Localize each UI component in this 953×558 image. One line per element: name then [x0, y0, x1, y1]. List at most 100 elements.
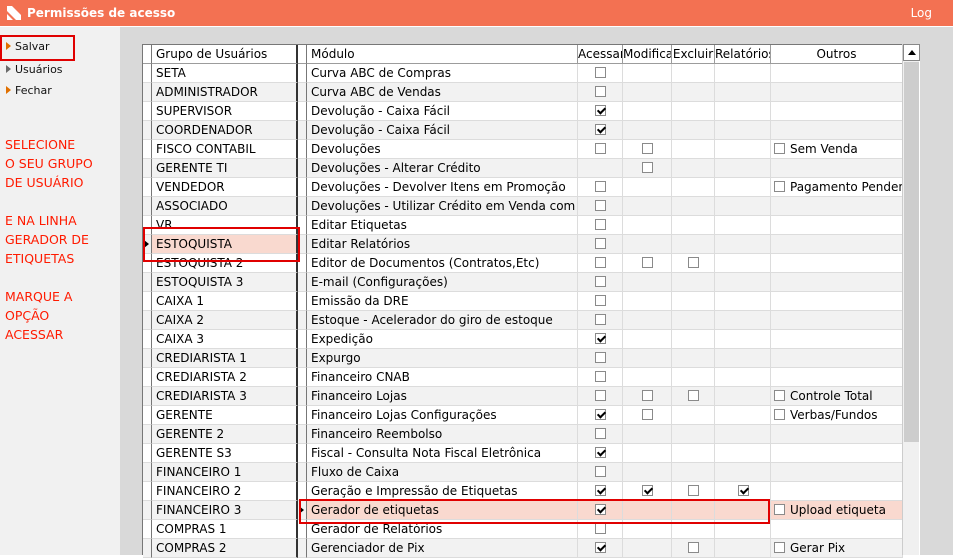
access-checkbox[interactable]: [595, 143, 606, 154]
group-cell[interactable]: FINANCEIRO 1: [152, 463, 298, 482]
group-cell[interactable]: CREDIARISTA 1: [152, 349, 298, 368]
access-checkbox[interactable]: [595, 105, 606, 116]
modify-checkbox[interactable]: [642, 143, 653, 154]
group-cell[interactable]: GERENTE TI: [152, 159, 298, 178]
group-cell[interactable]: GERENTE 2: [152, 425, 298, 444]
module-cell[interactable]: Financeiro Reembolso: [307, 425, 578, 444]
other-checkbox[interactable]: [774, 409, 785, 420]
other-option[interactable]: Gerar Pix: [774, 539, 845, 557]
other-checkbox[interactable]: [774, 143, 785, 154]
group-cell[interactable]: VENDEDOR: [152, 178, 298, 197]
access-checkbox[interactable]: [595, 86, 606, 97]
table-row[interactable]: GERENTE S3 Fiscal - Consulta Nota Fiscal …: [143, 444, 903, 463]
header-others[interactable]: Outros: [771, 45, 903, 64]
access-checkbox[interactable]: [595, 181, 606, 192]
group-cell[interactable]: GERENTE S3: [152, 444, 298, 463]
group-cell[interactable]: GERENTE: [152, 406, 298, 425]
module-cell[interactable]: Fluxo de Caixa: [307, 463, 578, 482]
access-checkbox[interactable]: [595, 409, 606, 420]
header-delete[interactable]: Excluir: [672, 45, 715, 64]
modify-checkbox[interactable]: [642, 390, 653, 401]
access-checkbox[interactable]: [595, 333, 606, 344]
other-option[interactable]: Upload etiqueta: [774, 501, 886, 519]
sidebar-item-usuarios[interactable]: Usuários: [6, 62, 63, 78]
table-row[interactable]: FINANCEIRO 1 Fluxo de Caixa: [143, 463, 903, 482]
table-row[interactable]: ASSOCIADO Devoluções - Utilizar Crédito e…: [143, 197, 903, 216]
module-cell[interactable]: E-mail (Configurações): [307, 273, 578, 292]
module-cell[interactable]: Devoluções: [307, 140, 578, 159]
other-option[interactable]: Pagamento Pendente: [774, 178, 902, 196]
table-row[interactable]: ESTOQUISTA 3 E-mail (Configurações): [143, 273, 903, 292]
access-checkbox[interactable]: [595, 485, 606, 496]
log-link[interactable]: Log: [911, 6, 932, 20]
other-option[interactable]: Sem Venda: [774, 140, 858, 158]
access-checkbox[interactable]: [595, 295, 606, 306]
group-cell[interactable]: CREDIARISTA 3: [152, 387, 298, 406]
table-row[interactable]: CAIXA 3 Expedição: [143, 330, 903, 349]
delete-checkbox[interactable]: [688, 390, 699, 401]
module-cell[interactable]: Devoluções - Utilizar Crédito em Venda c…: [307, 197, 578, 216]
group-cell[interactable]: CAIXA 1: [152, 292, 298, 311]
module-cell[interactable]: Devolução - Caixa Fácil: [307, 102, 578, 121]
module-cell[interactable]: Editor de Documentos (Contratos,Etc): [307, 254, 578, 273]
group-cell[interactable]: SUPERVISOR: [152, 102, 298, 121]
group-cell[interactable]: COMPRAS 1: [152, 520, 298, 539]
module-cell[interactable]: Curva ABC de Compras: [307, 64, 578, 83]
access-checkbox[interactable]: [595, 371, 606, 382]
vertical-scrollbar[interactable]: [902, 44, 920, 555]
table-row[interactable]: GERENTE Financeiro Lojas Configurações Ver…: [143, 406, 903, 425]
module-cell[interactable]: Financeiro CNAB: [307, 368, 578, 387]
scroll-up-icon[interactable]: [903, 44, 920, 61]
module-cell[interactable]: Expedição: [307, 330, 578, 349]
table-row[interactable]: CREDIARISTA 3 Financeiro Lojas Controle To…: [143, 387, 903, 406]
group-cell[interactable]: FISCO CONTABIL: [152, 140, 298, 159]
table-row[interactable]: COMPRAS 2 Gerenciador de Pix Gerar Pix: [143, 539, 903, 558]
group-cell[interactable]: COMPRAS 2: [152, 539, 298, 558]
header-reports[interactable]: Relatórios: [715, 45, 771, 64]
access-checkbox[interactable]: [595, 219, 606, 230]
table-row[interactable]: CREDIARISTA 1 Expurgo: [143, 349, 903, 368]
module-cell[interactable]: Fiscal - Consulta Nota Fiscal Eletrônica: [307, 444, 578, 463]
access-checkbox[interactable]: [595, 447, 606, 458]
module-cell[interactable]: Devoluções - Alterar Crédito: [307, 159, 578, 178]
module-cell[interactable]: Editar Etiquetas: [307, 216, 578, 235]
table-row[interactable]: SUPERVISOR Devolução - Caixa Fácil: [143, 102, 903, 121]
module-cell[interactable]: Devoluções - Devolver Itens em Promoção: [307, 178, 578, 197]
header-group[interactable]: Grupo de Usuários: [152, 45, 298, 64]
delete-checkbox[interactable]: [688, 257, 699, 268]
access-checkbox[interactable]: [595, 276, 606, 287]
sidebar-item-fechar[interactable]: Fechar: [6, 83, 52, 99]
module-cell[interactable]: Financeiro Lojas Configurações: [307, 406, 578, 425]
module-cell[interactable]: Editar Relatórios: [307, 235, 578, 254]
table-row[interactable]: ADMINISTRADOR Curva ABC de Vendas: [143, 83, 903, 102]
group-cell[interactable]: ESTOQUISTA 3: [152, 273, 298, 292]
access-checkbox[interactable]: [595, 314, 606, 325]
group-cell[interactable]: CAIXA 2: [152, 311, 298, 330]
other-option[interactable]: Controle Total: [774, 387, 873, 405]
modify-checkbox[interactable]: [642, 162, 653, 173]
access-checkbox[interactable]: [595, 257, 606, 268]
modify-checkbox[interactable]: [642, 257, 653, 268]
access-checkbox[interactable]: [595, 428, 606, 439]
table-row[interactable]: CAIXA 2 Estoque - Acelerador do giro de e…: [143, 311, 903, 330]
access-checkbox[interactable]: [595, 238, 606, 249]
modify-checkbox[interactable]: [642, 485, 653, 496]
other-checkbox[interactable]: [774, 504, 785, 515]
access-checkbox[interactable]: [595, 523, 606, 534]
access-checkbox[interactable]: [595, 542, 606, 553]
group-cell[interactable]: ASSOCIADO: [152, 197, 298, 216]
group-cell[interactable]: SETA: [152, 64, 298, 83]
group-cell[interactable]: CREDIARISTA 2: [152, 368, 298, 387]
module-cell[interactable]: Curva ABC de Vendas: [307, 83, 578, 102]
table-row[interactable]: CREDIARISTA 2 Financeiro CNAB: [143, 368, 903, 387]
module-cell[interactable]: Emissão da DRE: [307, 292, 578, 311]
modify-checkbox[interactable]: [642, 409, 653, 420]
group-cell[interactable]: COORDENADOR: [152, 121, 298, 140]
table-row[interactable]: GERENTE TI Devoluções - Alterar Crédito: [143, 159, 903, 178]
reports-checkbox[interactable]: [738, 485, 749, 496]
group-cell[interactable]: CAIXA 3: [152, 330, 298, 349]
other-checkbox[interactable]: [774, 390, 785, 401]
access-checkbox[interactable]: [595, 352, 606, 363]
table-row[interactable]: GERENTE 2 Financeiro Reembolso: [143, 425, 903, 444]
header-module[interactable]: Módulo: [307, 45, 578, 64]
